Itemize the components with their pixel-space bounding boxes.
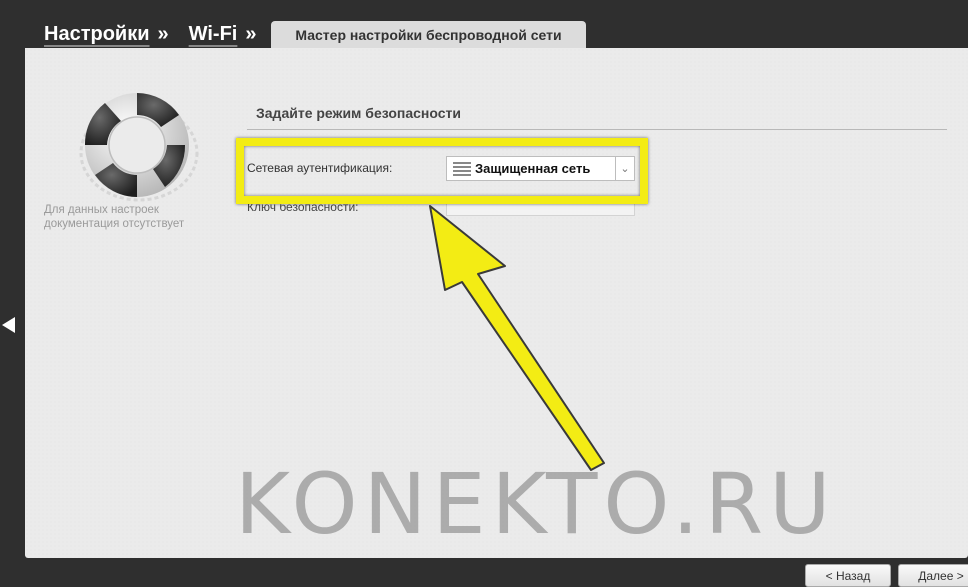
- breadcrumb-separator: »: [157, 22, 169, 45]
- breadcrumb-separator: »: [245, 22, 257, 45]
- tab-wireless-wizard[interactable]: Мастер настройки беспроводной сети: [271, 21, 586, 48]
- section-divider: [247, 129, 947, 130]
- help-text: Для данных настроек документация отсутст…: [44, 204, 185, 230]
- breadcrumb-settings[interactable]: Настройки: [44, 23, 150, 46]
- section-title: Задайте режим безопасности: [256, 105, 461, 121]
- breadcrumb-wifi[interactable]: Wi-Fi: [189, 23, 238, 46]
- breadcrumb: Настройки » Wi-Fi »: [44, 20, 276, 48]
- next-button[interactable]: Далее >: [898, 564, 968, 587]
- lifebuoy-icon: [79, 93, 199, 202]
- left-arrow-icon[interactable]: [2, 317, 15, 333]
- highlight-box: [236, 138, 648, 204]
- back-button[interactable]: < Назад: [805, 564, 891, 587]
- watermark: KONEKTO.RU: [235, 455, 837, 553]
